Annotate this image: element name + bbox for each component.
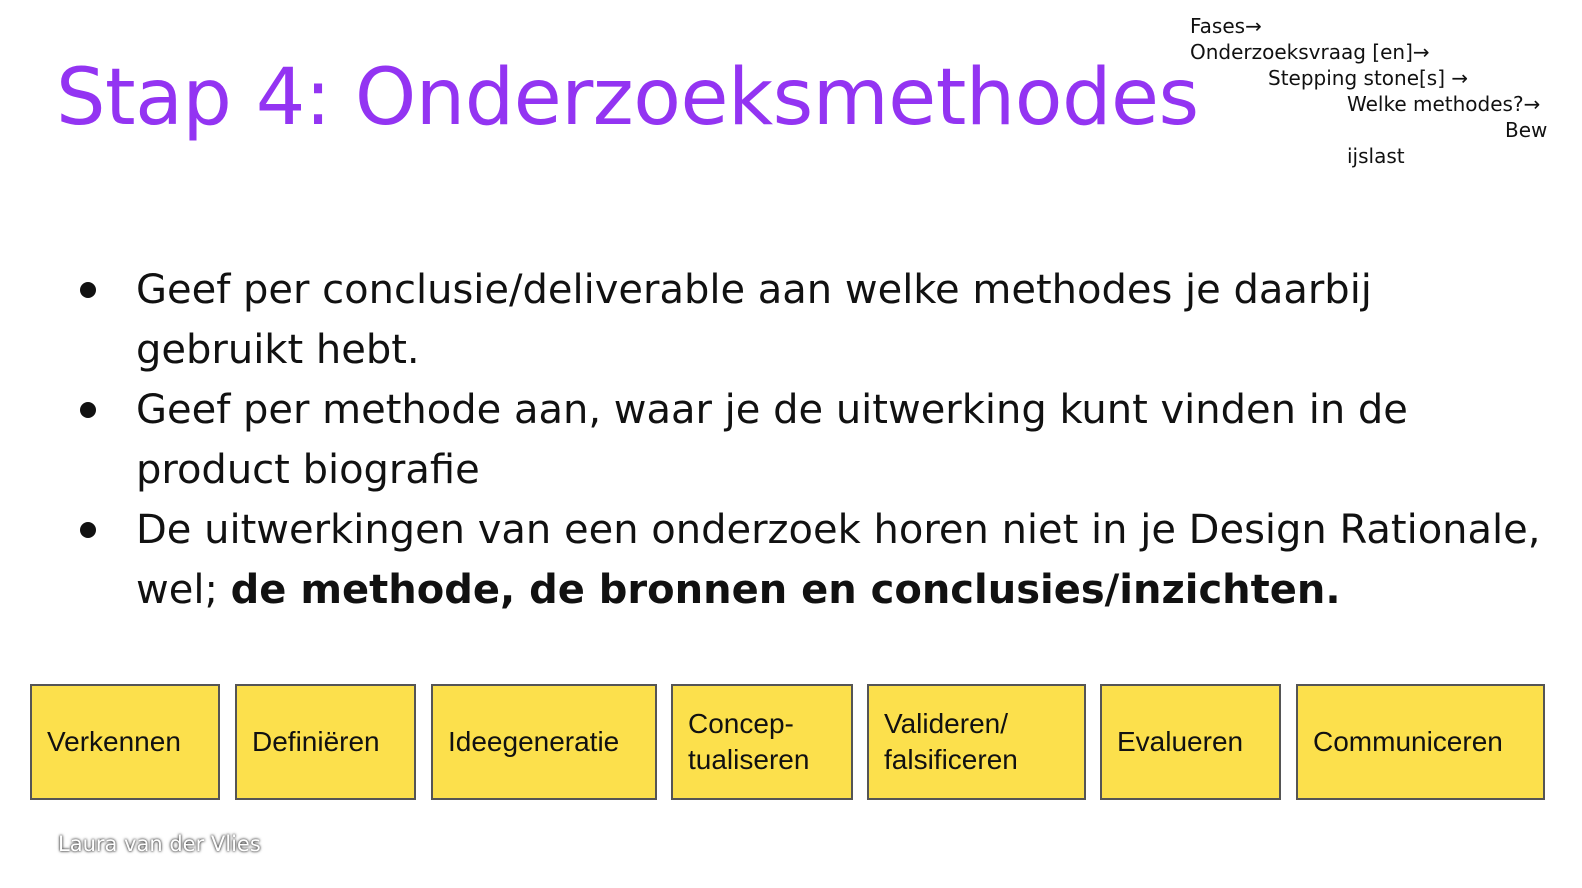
bullet-dot bbox=[80, 282, 96, 298]
bullet-item: Geef per methode aan, waar je de uitwerk… bbox=[80, 380, 1550, 500]
phase-box-definieren: Definiëren bbox=[235, 684, 416, 800]
phase-box-conceptualiseren: Concep- tualiseren bbox=[671, 684, 853, 800]
phase-box-communiceren: Communiceren bbox=[1296, 684, 1545, 800]
bullet-text: Geef per conclusie/deliverable aan welke… bbox=[136, 267, 1372, 373]
phase-box-ideegeneratie: Ideegeneratie bbox=[431, 684, 657, 800]
bullet-dot bbox=[80, 402, 96, 418]
nav-step-onderzoeksvraag: Onderzoeksvraag [en]→ bbox=[1190, 40, 1430, 64]
nav-step-bewijslast-part1: Bew bbox=[1505, 118, 1548, 142]
bullet-list: Geef per conclusie/deliverable aan welke… bbox=[80, 260, 1550, 620]
nav-step-welke-methodes: Welke methodes?→ bbox=[1347, 92, 1541, 116]
author-name: Laura van der Vlies bbox=[58, 832, 261, 856]
bullet-dot bbox=[80, 522, 96, 538]
bullet-bold-text: de methode, de bronnen en conclusies/inz… bbox=[230, 567, 1341, 613]
nav-step-bewijslast-part2: ijslast bbox=[1347, 144, 1405, 168]
bullet-item: De uitwerkingen van een onderzoek horen … bbox=[80, 500, 1550, 620]
phase-box-evalueren: Evalueren bbox=[1100, 684, 1281, 800]
slide-title: Stap 4: Onderzoeksmethodes bbox=[56, 53, 1199, 143]
bullet-text: Geef per methode aan, waar je de uitwerk… bbox=[136, 387, 1408, 493]
phase-box-verkennen: Verkennen bbox=[30, 684, 220, 800]
nav-step-fases: Fases→ bbox=[1190, 14, 1262, 38]
nav-step-stepping-stones: Stepping stone[s] → bbox=[1268, 66, 1469, 90]
bullet-item: Geef per conclusie/deliverable aan welke… bbox=[80, 260, 1550, 380]
phase-box-valideren: Valideren/ falsificeren bbox=[867, 684, 1086, 800]
